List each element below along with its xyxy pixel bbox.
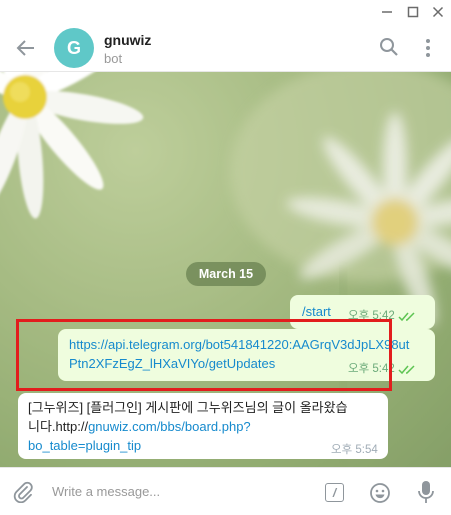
message-meta: 오후 5:54 (331, 441, 378, 460)
maximize-icon[interactable] (404, 3, 422, 21)
avatar[interactable]: G (54, 28, 94, 68)
highlight-box (16, 319, 392, 391)
message-input[interactable]: Write a message... (52, 484, 160, 499)
message-link[interactable]: bo_table=plugin_tip (28, 436, 141, 455)
bot-command-button[interactable]: / (325, 483, 344, 502)
window-titlebar (0, 0, 451, 24)
slash-icon: / (332, 485, 337, 500)
double-check-icon (398, 311, 415, 321)
chat-status: bot (104, 51, 123, 66)
message-time: 오후 5:54 (331, 444, 378, 456)
message-text: [그누위즈] [플러그인] 게시판에 그누위즈님의 글이 올라왔습 (28, 400, 348, 415)
chat-header: G gnuwiz bot (0, 24, 451, 72)
message-line: 니다.http://gnuwiz.com/bbs/board.php? (28, 417, 251, 436)
emoji-icon[interactable] (369, 482, 391, 504)
back-arrow-icon[interactable] (14, 36, 38, 60)
close-icon[interactable] (429, 3, 447, 21)
date-separator: March 15 (186, 262, 266, 286)
minimize-icon[interactable] (378, 3, 396, 21)
chat-title[interactable]: gnuwiz (104, 32, 151, 48)
message-link[interactable]: gnuwiz.com/bbs/board.php? (88, 419, 251, 434)
search-icon[interactable] (378, 36, 400, 58)
more-vertical-icon[interactable] (418, 36, 438, 60)
microphone-icon[interactable] (417, 480, 435, 504)
message-bubble-incoming[interactable]: [그누위즈] [플러그인] 게시판에 그누위즈님의 글이 올라왔습 니다.htt… (18, 393, 388, 459)
message-composer: Write a message... / (0, 467, 451, 515)
chat-area[interactable]: March 15 /start 오후 5:42 https://api.tele… (0, 72, 451, 467)
double-check-icon (398, 364, 415, 374)
attach-icon[interactable] (12, 481, 34, 504)
message-text: 니다.http:// (28, 419, 89, 434)
